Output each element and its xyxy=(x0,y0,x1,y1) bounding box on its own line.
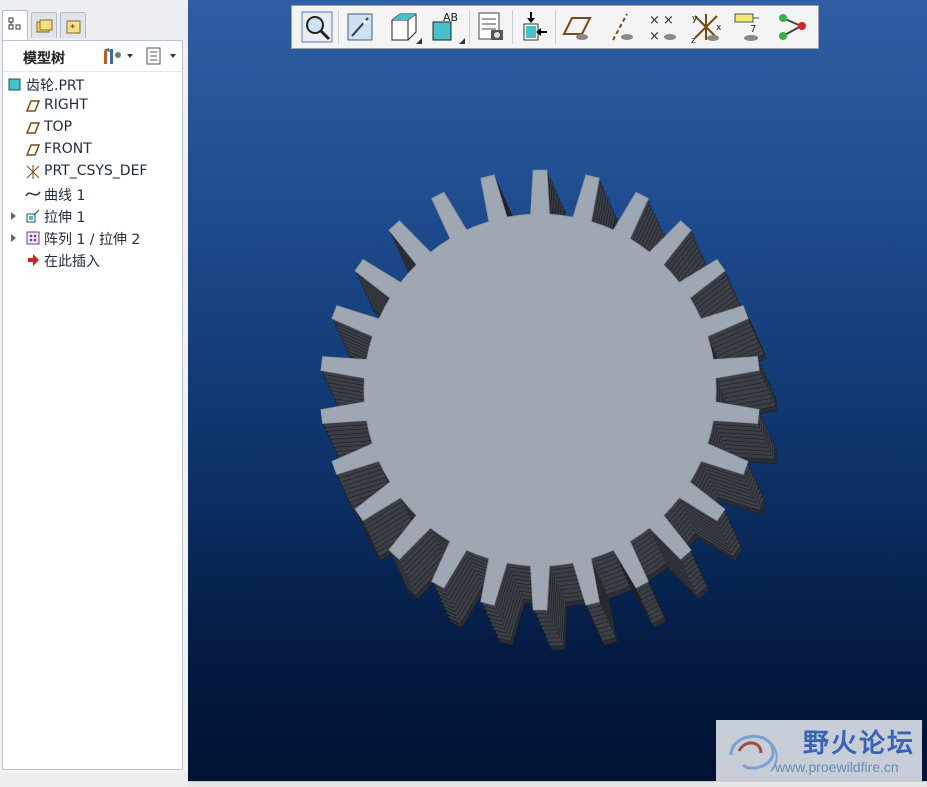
svg-text:z: z xyxy=(691,36,696,44)
datum-plane-icon xyxy=(25,120,41,136)
tree-item[interactable]: 齿轮.PRT xyxy=(3,73,182,95)
model-tree-tab-icon xyxy=(8,17,21,30)
toolbar-separator xyxy=(512,10,513,44)
layer-icon xyxy=(478,12,503,40)
model-tree: 模型树 齿轮.PRT RIGHT TOP FRONT PRT_CSYS_DEF … xyxy=(2,40,183,770)
view-toolbar: AB × × × y x z 7 xyxy=(291,5,819,49)
navigator-panel: * 模型树 齿轮.PRT RIGHT TOP FRONT PRT_CSYS_DE… xyxy=(0,0,188,787)
gear-model[interactable] xyxy=(188,0,927,781)
datum-plane-display-button[interactable] xyxy=(557,8,597,46)
svg-text:7: 7 xyxy=(750,24,756,35)
part-icon xyxy=(7,76,23,92)
toolbar-separator xyxy=(338,10,339,44)
chevron-down-icon xyxy=(127,54,133,58)
forum-title: 野火论坛 xyxy=(803,729,916,759)
svg-text:×: × xyxy=(649,29,660,44)
folder-browser-tab[interactable] xyxy=(31,12,57,38)
tree-item-label: 在此插入 xyxy=(44,254,100,270)
tree-show-button[interactable] xyxy=(144,45,178,67)
svg-text:x: x xyxy=(716,23,722,33)
insert-here-arrow-icon xyxy=(25,252,41,268)
toolbar-separator xyxy=(469,10,470,44)
datum-plane-icon xyxy=(25,98,41,114)
expand-arrow-icon[interactable] xyxy=(11,212,16,220)
folder-browser-tab-icon xyxy=(36,19,53,33)
svg-text:*: * xyxy=(70,23,75,34)
svg-text:AB: AB xyxy=(443,11,458,24)
curve-icon xyxy=(25,186,41,202)
layer-button[interactable] xyxy=(471,8,511,46)
tree-item-label: PRT_CSYS_DEF xyxy=(44,163,148,179)
favorites-tab-icon: * xyxy=(66,20,81,34)
repaint-icon xyxy=(347,13,373,41)
tree-item[interactable]: 曲线 1 xyxy=(3,183,182,205)
tree-item[interactable]: TOP xyxy=(3,117,182,139)
pattern-icon xyxy=(25,230,41,246)
spin-center-button[interactable] xyxy=(514,8,554,46)
chevron-down-icon xyxy=(170,54,176,58)
view-orientation-button[interactable] xyxy=(383,8,423,46)
tree-item[interactable]: 拉伸 1 xyxy=(3,205,182,227)
coordinate-system-icon xyxy=(25,164,41,180)
datum-point-display-icon: × × × xyxy=(649,13,676,44)
tree-settings-icon xyxy=(103,48,121,64)
toolbar-separator xyxy=(555,10,556,44)
datum-plane-display-icon xyxy=(562,17,592,40)
tree-item-label: 齿轮.PRT xyxy=(26,78,85,94)
datum-axis-display-icon xyxy=(612,13,633,41)
chevron-down-icon xyxy=(459,38,465,44)
graphics-window[interactable] xyxy=(188,0,927,781)
model-display-button[interactable] xyxy=(772,8,812,46)
svg-text:y: y xyxy=(692,14,698,24)
tree-item[interactable]: 阵列 1 / 拉伸 2 xyxy=(3,227,182,249)
zoom-button[interactable] xyxy=(297,8,337,46)
datum-point-display-button[interactable]: × × × xyxy=(643,8,683,46)
named-view-button[interactable]: AB xyxy=(426,8,466,46)
favorites-tab[interactable]: * xyxy=(60,12,86,38)
model-display-icon xyxy=(779,14,806,40)
forum-url: www.proewildfire.cn xyxy=(775,759,899,775)
tree-item-label: RIGHT xyxy=(44,97,88,113)
annotation-display-icon: 7 xyxy=(734,13,759,41)
model-tree-title: 模型树 xyxy=(23,51,65,67)
tree-item-label: 阵列 1 / 拉伸 2 xyxy=(44,232,141,248)
spin-center-icon xyxy=(523,12,547,41)
coordinate-system-display-button[interactable]: y x z xyxy=(686,8,726,46)
svg-text:×: × xyxy=(649,13,660,28)
tree-item[interactable]: 在此插入 xyxy=(3,249,182,271)
panel-bottom-bar xyxy=(0,772,188,787)
tree-item[interactable]: FRONT xyxy=(3,139,182,161)
named-view-icon: AB xyxy=(432,11,458,41)
extrude-icon xyxy=(25,208,41,224)
tree-show-icon xyxy=(146,47,161,65)
navigator-tab-strip: * xyxy=(0,0,188,42)
model-tree-header: 模型树 xyxy=(3,41,182,72)
tree-item-label: FRONT xyxy=(44,141,92,157)
forum-watermark: 野火论坛 www.proewildfire.cn xyxy=(716,720,922,782)
datum-plane-icon xyxy=(25,142,41,158)
expand-arrow-icon[interactable] xyxy=(11,234,16,242)
annotation-display-button[interactable]: 7 xyxy=(729,8,769,46)
coordinate-system-display-icon: y x z xyxy=(691,14,722,44)
tree-item[interactable]: PRT_CSYS_DEF xyxy=(3,161,182,183)
view-orientation-icon xyxy=(391,13,417,41)
chevron-down-icon xyxy=(416,38,422,44)
zoom-icon xyxy=(301,11,333,43)
tree-item[interactable]: RIGHT xyxy=(3,95,182,117)
model-tree-tab[interactable] xyxy=(2,10,28,40)
tree-item-label: 拉伸 1 xyxy=(44,210,86,226)
datum-axis-display-button[interactable] xyxy=(600,8,640,46)
tree-item-label: TOP xyxy=(44,119,73,135)
tree-item-label: 曲线 1 xyxy=(44,188,86,204)
svg-text:×: × xyxy=(663,13,674,28)
repaint-button[interactable] xyxy=(340,8,380,46)
tree-settings-button[interactable] xyxy=(101,45,135,67)
